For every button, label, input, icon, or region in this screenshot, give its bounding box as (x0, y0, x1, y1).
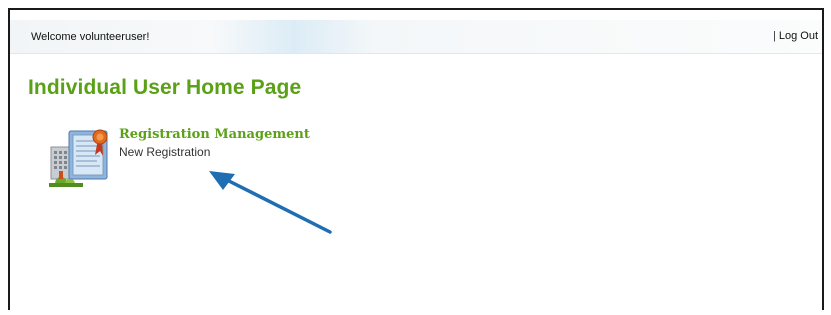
welcome-message: Welcome volunteeruser! (31, 31, 150, 43)
new-registration-link[interactable]: New Registration (119, 145, 210, 159)
annotation-arrow (209, 171, 332, 234)
logout-link[interactable]: Log Out (779, 30, 818, 42)
app-frame: Welcome volunteeruser! | Log Out Individ… (8, 8, 824, 310)
annotation-arrow-shaft (223, 177, 332, 234)
logout-area: | Log Out (773, 30, 818, 42)
certificate-document-icon[interactable] (45, 125, 115, 191)
logout-separator: | (772, 30, 776, 42)
module-title-registration-management[interactable]: Registration Management (119, 127, 310, 142)
top-bar: Welcome volunteeruser! | Log Out (10, 20, 822, 54)
page-title: Individual User Home Page (28, 76, 302, 99)
